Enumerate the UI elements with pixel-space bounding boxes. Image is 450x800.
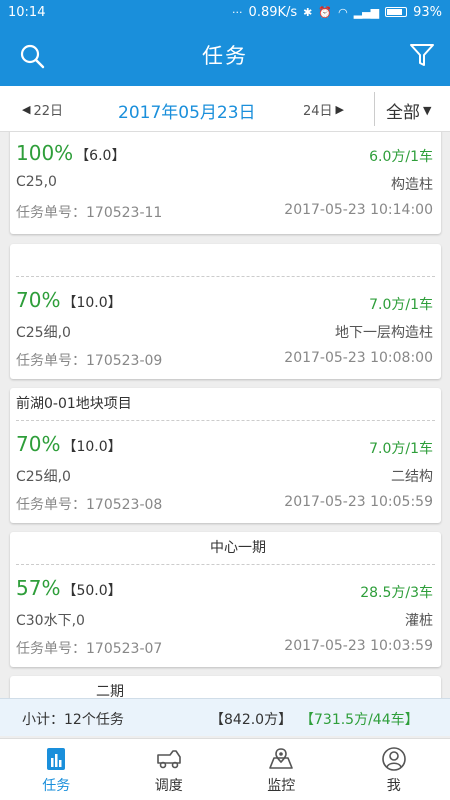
order-number: 任务单号：170523-07	[16, 641, 163, 657]
chevron-right-icon: ▶	[335, 103, 345, 116]
task-progress: 70% 【10.0】	[16, 288, 122, 312]
delivered-volume: 6.0方/1车	[369, 149, 433, 165]
next-day-button[interactable]: 24日 ▶	[303, 100, 344, 119]
wifi-icon: ◠	[338, 5, 348, 19]
task-list[interactable]: 100% 【6.0】 6.0方/1车 C25,0 构造柱 任务单号：170523-…	[0, 132, 450, 698]
pour-part: 地下一层构造柱	[335, 325, 433, 341]
order-number: 任务单号：170523-09	[16, 353, 163, 369]
progress-percent: 100%	[16, 141, 74, 165]
planned-quantity: 【6.0】	[75, 148, 126, 164]
app-bar: 任务	[0, 24, 450, 86]
date-navigator: ◀ 22日 2017年05月23日 24日 ▶ 全部 ▼	[0, 86, 450, 132]
task-chart-icon	[47, 748, 66, 770]
tab-tasks[interactable]: 任务	[0, 739, 113, 800]
tab-label: 监控	[267, 778, 296, 794]
tab-monitor[interactable]: 监控	[225, 739, 338, 800]
divider	[16, 276, 435, 277]
progress-percent: 57%	[16, 576, 61, 600]
pour-part: 灌桩	[405, 613, 433, 629]
search-icon[interactable]	[18, 42, 46, 70]
order-number: 任务单号：170523-08	[16, 497, 163, 513]
planned-quantity: 【10.0】	[62, 439, 122, 455]
bluetooth-icon: ✱	[303, 5, 313, 19]
task-progress: 100% 【6.0】	[16, 141, 125, 165]
project-name: 中心一期	[210, 540, 266, 556]
concrete-grade: C25,0	[16, 174, 57, 190]
current-date[interactable]: 2017年05月23日	[118, 98, 256, 123]
prev-day-button[interactable]: ◀ 22日	[22, 100, 63, 119]
task-card[interactable]: 二期	[10, 676, 441, 698]
status-time: 10:14	[8, 4, 46, 20]
page-title: 任务	[202, 44, 248, 68]
user-icon	[381, 747, 406, 771]
concrete-grade: C25细,0	[16, 325, 71, 341]
project-name: 前湖0-01地块项目	[16, 396, 132, 412]
tab-label: 任务	[42, 778, 71, 794]
filter-icon[interactable]	[408, 41, 436, 69]
delivered-volume: 7.0方/1车	[369, 297, 433, 313]
task-card[interactable]: 前湖0-01地块项目 70% 【10.0】 7.0方/1车 C25细,0 二结构 …	[10, 388, 441, 523]
delivered-total: 【731.5方/44车】	[300, 712, 419, 728]
task-card[interactable]: 70% 【10.0】 7.0方/1车 C25细,0 地下一层构造柱 任务单号：17…	[10, 244, 441, 379]
tab-label: 调度	[154, 778, 183, 794]
progress-percent: 70%	[16, 288, 61, 312]
signal-icon: ▂▄▆	[353, 5, 380, 19]
project-name: 二期	[96, 684, 124, 698]
task-count: 小计：12个任务	[22, 712, 124, 728]
pour-part: 二结构	[391, 469, 433, 485]
network-speed: 0.89K/s	[248, 4, 298, 20]
order-number: 任务单号：170523-11	[16, 205, 163, 221]
map-icon	[269, 748, 294, 769]
tab-label: 我	[386, 778, 401, 794]
battery-level: 93%	[413, 4, 442, 20]
concrete-grade: C30水下,0	[16, 613, 85, 629]
order-time: 2017-05-23 10:08:00	[284, 350, 433, 366]
planned-quantity: 【10.0】	[62, 295, 122, 311]
divider	[16, 420, 435, 421]
tab-me[interactable]: 我	[338, 739, 450, 800]
truck-icon	[156, 750, 181, 769]
alarm-icon: ⏰	[318, 5, 333, 19]
order-time: 2017-05-23 10:03:59	[284, 638, 433, 654]
delivered-volume: 28.5方/3车	[360, 585, 433, 601]
delivered-volume: 7.0方/1车	[369, 441, 433, 457]
concrete-grade: C25细,0	[16, 469, 71, 485]
task-progress: 57% 【50.0】	[16, 576, 122, 600]
prev-day-label: 22日	[33, 104, 64, 119]
more-dots-icon: ···	[232, 5, 243, 19]
total-volume: 【842.0方】	[210, 712, 293, 728]
pour-part: 构造柱	[391, 177, 433, 193]
status-filter-dropdown[interactable]: 全部 ▼	[386, 98, 431, 123]
status-filter-label: 全部	[386, 103, 420, 123]
planned-quantity: 【50.0】	[62, 583, 122, 599]
task-card[interactable]: 100% 【6.0】 6.0方/1车 C25,0 构造柱 任务单号：170523-…	[10, 132, 441, 234]
chevron-down-icon: ▼	[423, 104, 432, 117]
tab-dispatch[interactable]: 调度	[113, 739, 226, 800]
next-day-label: 24日	[303, 104, 333, 119]
bottom-tab-bar: 任务 调度 监控 我	[0, 738, 450, 800]
battery-icon	[385, 7, 408, 17]
divider	[374, 92, 375, 126]
summary-bar: 小计：12个任务 【842.0方】 【731.5方/44车】	[0, 698, 450, 736]
chevron-left-icon: ◀	[22, 103, 31, 116]
order-time: 2017-05-23 10:14:00	[284, 202, 433, 218]
status-bar: 10:14 ··· 0.89K/s ✱ ⏰ ◠ ▂▄▆ 93%	[0, 0, 450, 24]
divider	[16, 564, 435, 565]
task-progress: 70% 【10.0】	[16, 432, 122, 456]
progress-percent: 70%	[16, 432, 61, 456]
order-time: 2017-05-23 10:05:59	[284, 494, 433, 510]
task-card[interactable]: 中心一期 57% 【50.0】 28.5方/3车 C30水下,0 灌桩 任务单号：…	[10, 532, 441, 667]
